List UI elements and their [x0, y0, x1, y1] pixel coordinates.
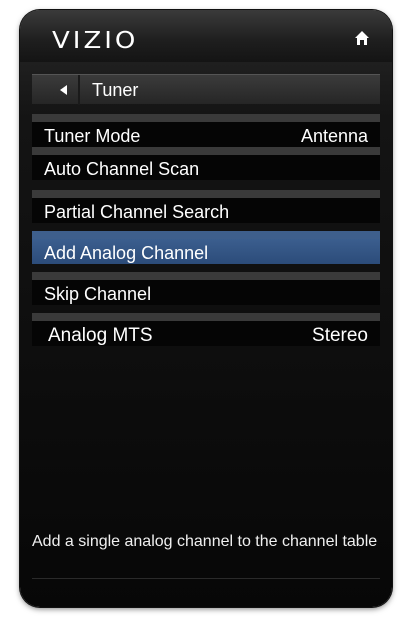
tv-menu-panel: VIZIO Tuner Tuner Mode Antenna Auto Chan… [20, 10, 392, 607]
menu-item-label: Add Analog Channel [44, 243, 209, 263]
vizio-logo: VIZIO [52, 27, 139, 55]
menu-item-auto-channel-scan[interactable]: Auto Channel Scan [32, 147, 380, 180]
back-button[interactable]: Tuner [32, 74, 380, 105]
menu-item-label: Partial Channel Search [44, 202, 230, 222]
home-icon[interactable] [354, 30, 370, 46]
divider [78, 75, 80, 105]
back-arrow-icon [60, 85, 67, 95]
menu-item-value: Antenna [300, 126, 368, 146]
menu-item-label: Tuner Mode [44, 126, 141, 146]
menu-item-tuner-mode[interactable]: Tuner Mode Antenna [32, 114, 380, 147]
menu-item-label: Auto Channel Scan [44, 159, 200, 179]
menu-item-partial-channel-search[interactable]: Partial Channel Search [32, 190, 380, 223]
menu-header: VIZIO [20, 10, 392, 62]
menu-item-value: Stereo [312, 325, 368, 346]
menu-title: Tuner [92, 80, 139, 100]
help-description: Add a single analog channel to the chann… [32, 533, 378, 550]
menu-item-skip-channel[interactable]: Skip Channel [32, 272, 380, 305]
menu-item-label: Skip Channel [44, 284, 152, 304]
menu-item-add-analog-channel[interactable]: Add Analog Channel [32, 231, 380, 264]
menu-item-label: Analog MTS [48, 325, 153, 346]
menu-item-analog-mts[interactable]: Analog MTS Stereo [32, 313, 380, 346]
divider [32, 578, 380, 579]
